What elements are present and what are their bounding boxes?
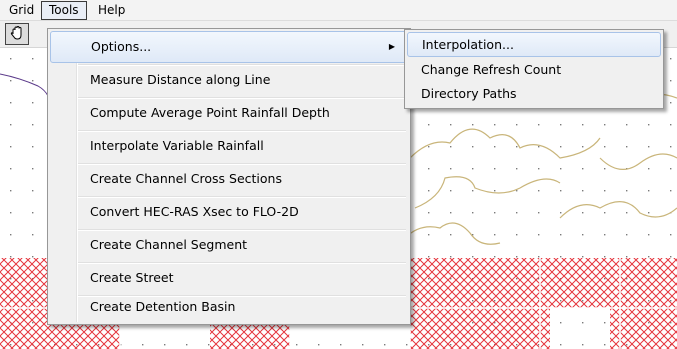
menu-item-label: Directory Paths: [421, 86, 517, 101]
tools-menu: Options... ▶ Measure Distance along Line…: [47, 28, 411, 325]
menu-item-compute-rainfall[interactable]: Compute Average Point Rainfall Depth: [50, 97, 408, 129]
menu-item-label: Create Detention Basin: [90, 299, 236, 314]
menu-item-label: Create Channel Segment: [90, 237, 248, 252]
submenu-arrow-icon: ▶: [388, 42, 395, 51]
menu-item-label: Create Channel Cross Sections: [90, 171, 282, 186]
menu-item-label: Create Street: [90, 270, 174, 285]
hand-pan-button[interactable]: [5, 23, 29, 45]
menu-item-channel-cross-sections[interactable]: Create Channel Cross Sections: [50, 163, 408, 195]
menu-item-label: Interpolate Variable Rainfall: [90, 138, 264, 153]
menu-bar: Grid Tools Help: [0, 0, 677, 21]
menu-item-label: Options...: [91, 39, 152, 54]
menu-item-detention-basin[interactable]: Create Detention Basin: [50, 291, 408, 323]
menu-item-convert-hecras[interactable]: Convert HEC-RAS Xsec to FLO-2D: [50, 196, 408, 228]
menu-item-change-refresh-count[interactable]: Change Refresh Count: [407, 57, 661, 82]
menu-item-measure-distance[interactable]: Measure Distance along Line: [50, 64, 408, 96]
menu-item-label: Compute Average Point Rainfall Depth: [90, 105, 330, 120]
menu-item-options[interactable]: Options... ▶: [50, 31, 408, 63]
menu-item-channel-segment[interactable]: Create Channel Segment: [50, 229, 408, 261]
menu-item-label: Interpolation...: [422, 37, 514, 52]
menu-help[interactable]: Help: [91, 0, 132, 20]
hand-pan-icon: [9, 25, 25, 44]
menu-item-directory-paths[interactable]: Directory Paths: [407, 81, 661, 106]
menu-tools[interactable]: Tools: [41, 1, 87, 20]
options-submenu: Interpolation... Change Refresh Count Di…: [404, 29, 664, 109]
menu-item-label: Measure Distance along Line: [90, 72, 271, 87]
menu-item-label: Change Refresh Count: [421, 62, 562, 77]
menu-item-interpolate-rainfall[interactable]: Interpolate Variable Rainfall: [50, 130, 408, 162]
menu-item-interpolation[interactable]: Interpolation...: [407, 32, 661, 57]
menu-grid[interactable]: Grid: [2, 0, 41, 20]
menu-item-label: Convert HEC-RAS Xsec to FLO-2D: [90, 204, 299, 219]
menu-item-create-street[interactable]: Create Street: [50, 262, 408, 294]
